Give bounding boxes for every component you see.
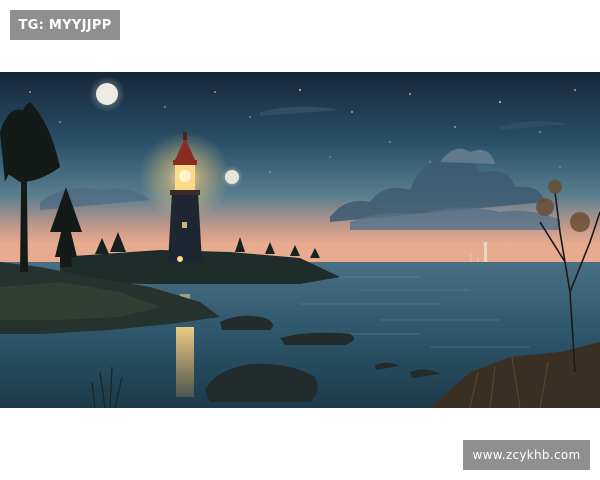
sky [0, 72, 600, 272]
lighthouse-night-scene [0, 72, 600, 408]
moon-large [96, 83, 118, 105]
watermark-top-left: TG: MYYJJPP [10, 10, 120, 40]
scene-illustration [0, 72, 600, 408]
light-reflection [176, 327, 194, 397]
watermark-bottom-right: www.zcykhb.com [463, 440, 590, 470]
page: TG: MYYJJPP www.zcykhb.com [0, 0, 600, 480]
